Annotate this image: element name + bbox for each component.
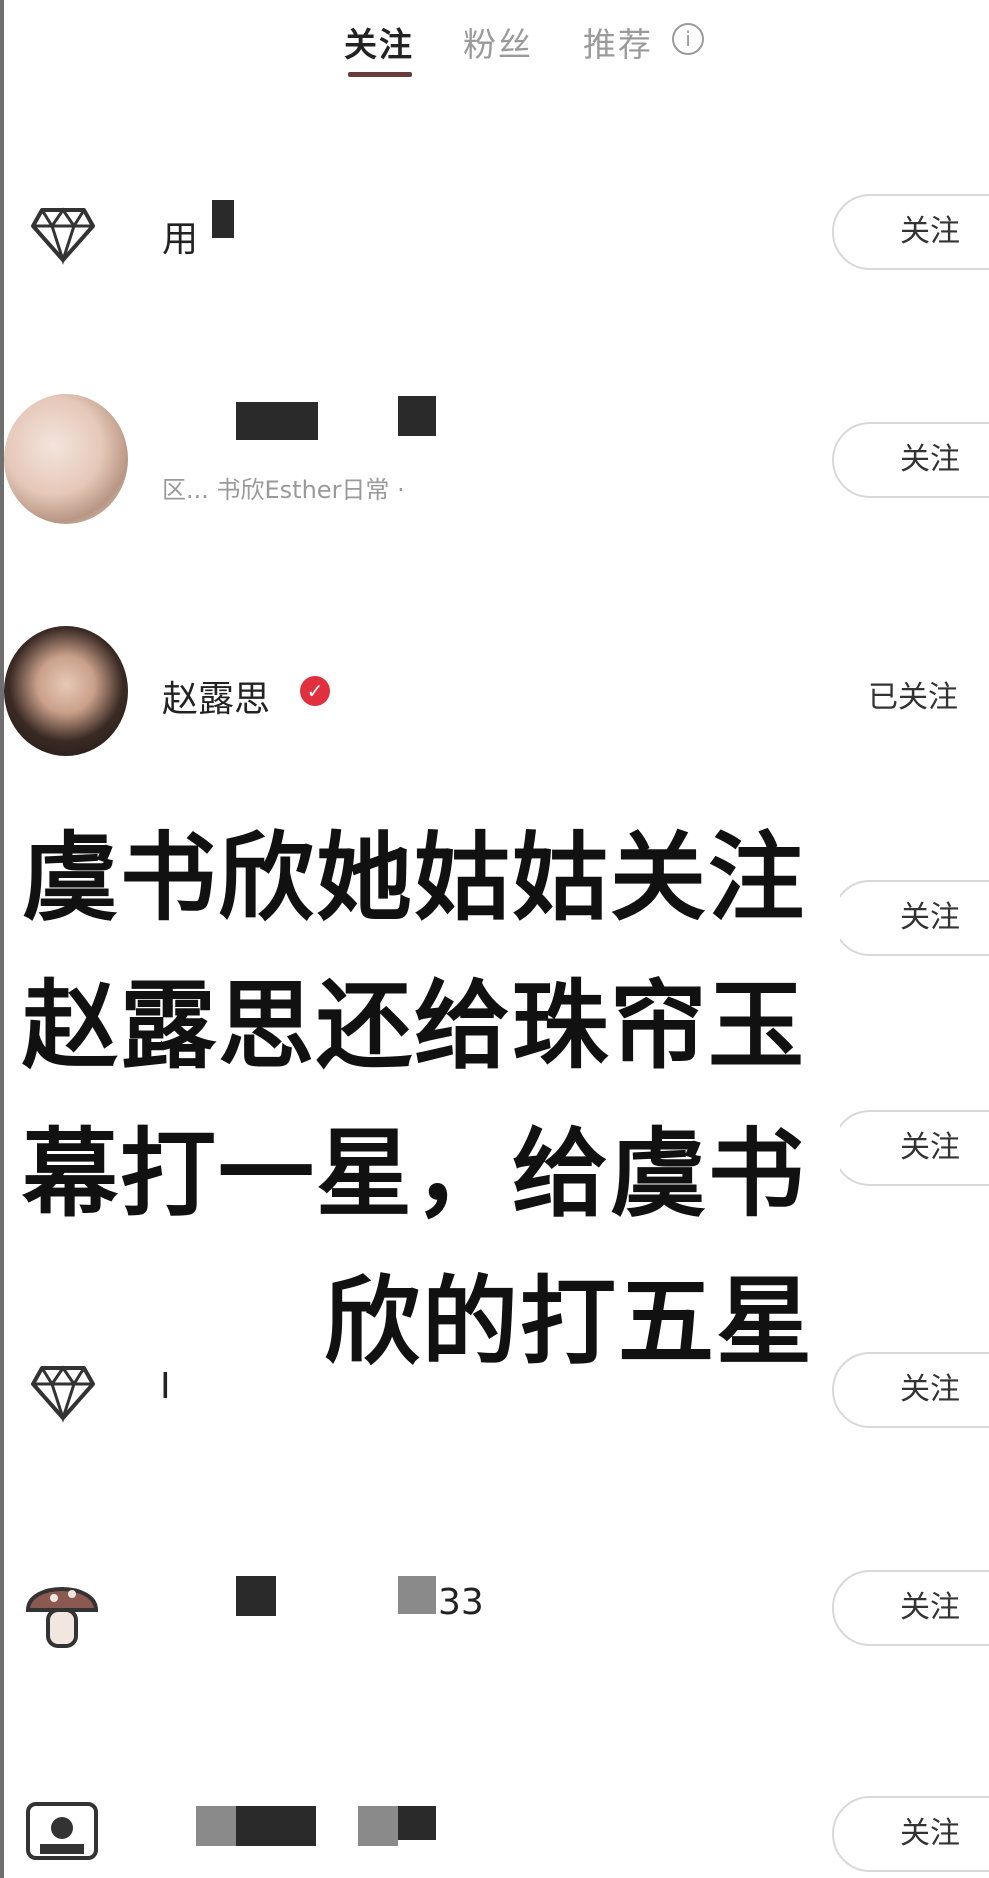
list-item[interactable]: 关注 xyxy=(0,1790,989,1878)
redaction-block xyxy=(236,1806,316,1846)
follow-button[interactable]: 关注 xyxy=(832,1796,989,1872)
list-item[interactable]: 用 关注 xyxy=(0,180,989,290)
verified-badge-icon: ✓ xyxy=(300,676,330,706)
redaction-block xyxy=(358,1806,398,1846)
active-tab-underline xyxy=(348,72,412,77)
follow-button[interactable]: 关注 xyxy=(832,1352,989,1428)
redaction-block xyxy=(236,402,318,440)
caption-line: 赵露思还给珠帘玉 xyxy=(22,970,806,1082)
username: 33 xyxy=(438,1582,484,1623)
avatar[interactable] xyxy=(4,394,128,524)
caption-line: 幕打一星，给虞书 xyxy=(22,1118,806,1230)
user-subtitle: 区... 书欣Esther日常 · xyxy=(162,476,405,504)
diamond-icon xyxy=(31,207,95,265)
follow-button[interactable]: 关注 xyxy=(832,194,989,270)
list-item[interactable]: 33 关注 xyxy=(0,1560,989,1680)
redaction-block xyxy=(398,1576,436,1614)
followed-status[interactable]: 已关注 xyxy=(868,672,958,716)
tab-recommended[interactable]: 推荐 xyxy=(583,18,653,66)
follow-button[interactable]: 关注 xyxy=(832,880,989,956)
caption-line: 欣的打五星 xyxy=(324,1266,814,1378)
follow-button[interactable]: 关注 xyxy=(832,1110,989,1186)
redaction-block xyxy=(236,1576,276,1616)
diamond-icon xyxy=(31,1365,95,1423)
tab-following[interactable]: 关注 xyxy=(344,18,414,66)
username: I xyxy=(160,1366,171,1407)
mushroom-icon xyxy=(25,1587,99,1648)
redaction-block xyxy=(398,1806,436,1840)
camera-icon xyxy=(26,1802,98,1860)
redaction-block xyxy=(196,1806,236,1846)
list-item[interactable]: 赵露思 ✓ 已关注 xyxy=(0,620,989,770)
caption-line: 虞书欣她姑姑关注 xyxy=(22,822,806,934)
username: 赵露思 xyxy=(162,679,271,720)
username: 用 xyxy=(162,219,199,260)
follow-button[interactable]: 关注 xyxy=(832,422,989,498)
tab-fans[interactable]: 粉丝 xyxy=(463,18,533,66)
list-item[interactable]: 区... 书欣Esther日常 · 关注 xyxy=(0,390,989,540)
info-icon[interactable]: i xyxy=(672,23,704,55)
redaction-block xyxy=(398,396,436,436)
tab-bar: 关注 粉丝 推荐 i xyxy=(0,0,989,90)
follow-button[interactable]: 关注 xyxy=(832,1570,989,1646)
redaction-block xyxy=(212,200,234,238)
avatar[interactable] xyxy=(4,626,128,756)
